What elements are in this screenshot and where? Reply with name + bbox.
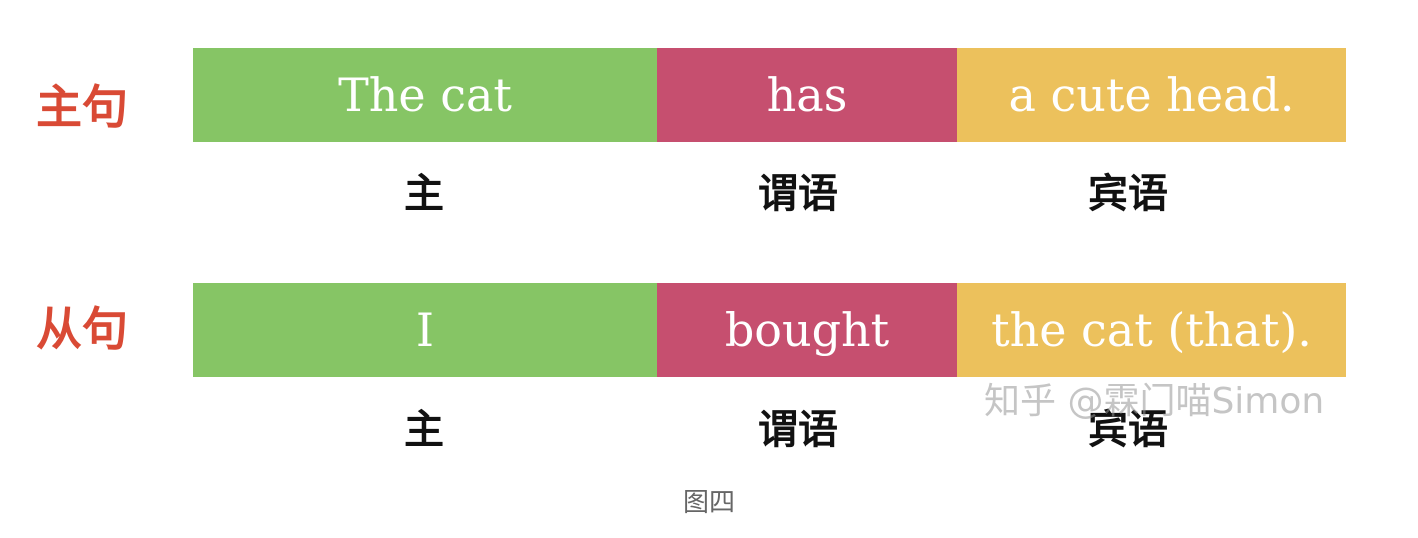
main-clause-subject-segment: The cat — [193, 48, 657, 142]
main-clause-bar: The cat has a cute head. — [193, 48, 1346, 142]
main-clause-verb-segment: has — [657, 48, 957, 142]
subordinate-clause-verb-segment: bought — [657, 283, 957, 377]
subordinate-clause-subject-segment: I — [193, 283, 657, 377]
subordinate-clause-subject-role: 主 — [404, 407, 444, 453]
watermark: 知乎 @霖门喵Simon — [984, 381, 1325, 422]
main-clause-label: 主句 — [36, 80, 128, 134]
main-clause-subject-role: 主 — [404, 171, 444, 217]
subordinate-clause-object-segment: the cat (that). — [957, 283, 1346, 377]
subordinate-clause-label: 从句 — [36, 302, 128, 356]
main-clause-object-role: 宾语 — [1088, 171, 1168, 217]
subordinate-clause-bar: I bought the cat (that). — [193, 283, 1346, 377]
main-clause-verb-role: 谓语 — [758, 171, 838, 217]
subordinate-clause-verb-role: 谓语 — [758, 407, 838, 453]
main-clause-object-segment: a cute head. — [957, 48, 1346, 142]
figure-caption: 图四 — [682, 488, 735, 518]
